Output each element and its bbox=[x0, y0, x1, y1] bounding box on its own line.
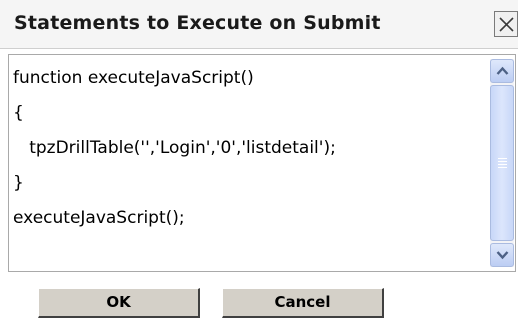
code-line: executeJavaScript(); bbox=[13, 208, 185, 228]
cancel-button[interactable]: Cancel bbox=[222, 288, 384, 318]
code-line: tpzDrillTable('','Login','0','listdetail… bbox=[13, 138, 336, 158]
statements-textarea[interactable]: function executeJavaScript() { tpzDrillT… bbox=[8, 54, 516, 272]
code-line: } bbox=[13, 173, 24, 193]
chevron-up-icon bbox=[496, 66, 509, 75]
dialog-titlebar: Statements to Execute on Submit bbox=[0, 0, 518, 49]
code-content[interactable]: function executeJavaScript() { tpzDrillT… bbox=[13, 63, 483, 238]
code-line: { bbox=[13, 103, 24, 123]
dialog-title: Statements to Execute on Submit bbox=[14, 12, 381, 34]
scroll-down-button[interactable] bbox=[490, 243, 514, 267]
close-button[interactable] bbox=[494, 11, 518, 37]
scroll-up-button[interactable] bbox=[490, 59, 514, 83]
scroll-thumb[interactable] bbox=[490, 85, 514, 241]
grip-icon bbox=[498, 158, 507, 170]
statements-dialog: Statements to Execute on Submit function… bbox=[0, 0, 518, 324]
vertical-scrollbar[interactable] bbox=[490, 59, 514, 267]
chevron-down-icon bbox=[496, 251, 509, 260]
close-icon bbox=[499, 17, 514, 32]
code-line: function executeJavaScript() bbox=[13, 68, 254, 88]
ok-button[interactable]: OK bbox=[38, 288, 200, 318]
